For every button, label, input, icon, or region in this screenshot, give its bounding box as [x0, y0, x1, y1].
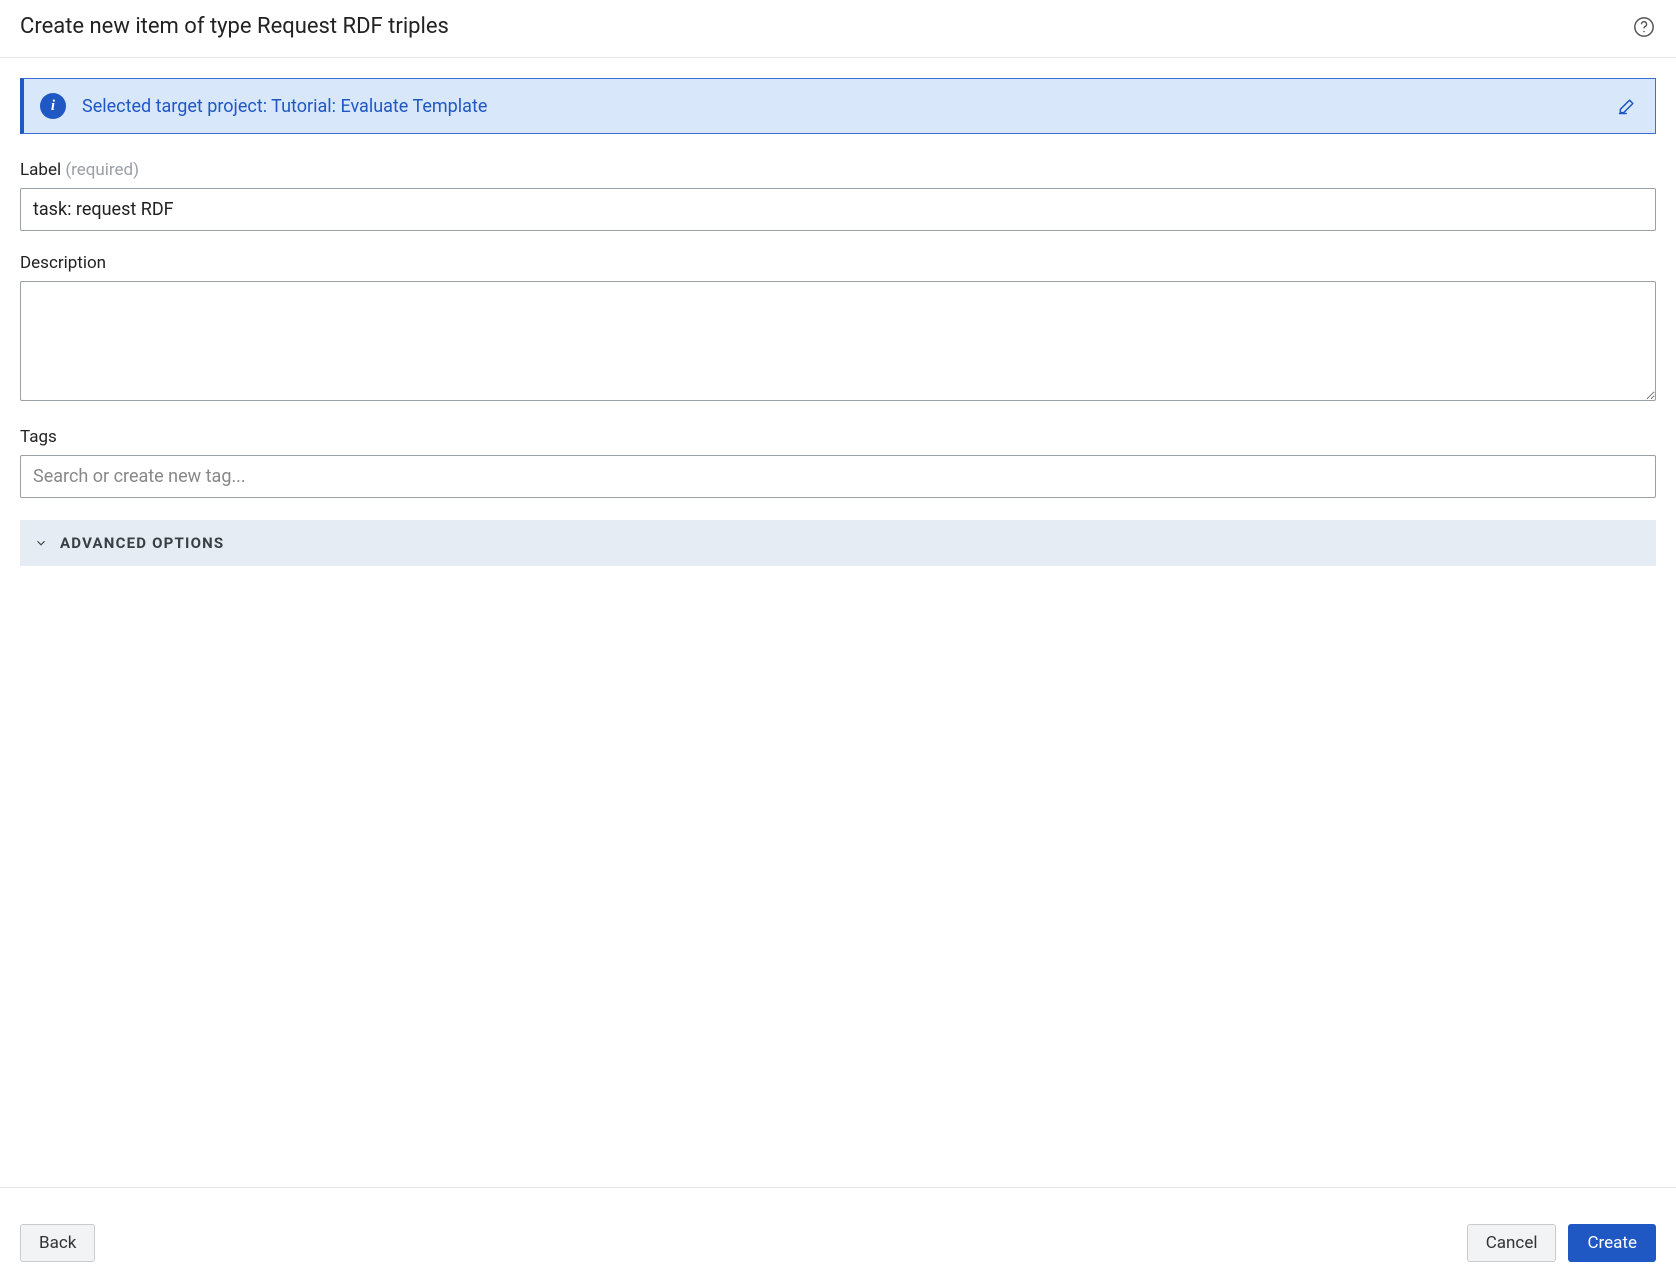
- edit-target-project-button[interactable]: [1615, 94, 1639, 118]
- page-header: Create new item of type Request RDF trip…: [0, 0, 1676, 58]
- advanced-options-toggle[interactable]: Advanced Options: [20, 520, 1656, 566]
- create-button[interactable]: Create: [1568, 1224, 1656, 1262]
- description-label: Description: [20, 253, 1656, 273]
- back-button[interactable]: Back: [20, 1224, 95, 1262]
- label-text: Label: [20, 160, 61, 180]
- target-project-banner: i Selected target project: Tutorial: Eva…: [20, 78, 1656, 134]
- label-input[interactable]: [20, 188, 1656, 231]
- label-required-hint: (required): [65, 160, 139, 180]
- description-input[interactable]: [20, 281, 1656, 401]
- tags-label: Tags: [20, 427, 1656, 447]
- label-field-group: Label (required): [20, 160, 1656, 231]
- help-icon[interactable]: [1632, 15, 1656, 39]
- footer: Back Cancel Create: [0, 1187, 1676, 1282]
- chevron-down-icon: [34, 536, 48, 550]
- info-icon: i: [40, 93, 66, 119]
- label-field-label: Label (required): [20, 160, 1656, 180]
- cancel-button[interactable]: Cancel: [1467, 1224, 1557, 1262]
- advanced-options-label: Advanced Options: [60, 534, 224, 552]
- tags-input[interactable]: [20, 455, 1656, 498]
- target-project-text: Selected target project: Tutorial: Evalu…: [82, 96, 1615, 117]
- description-field-group: Description: [20, 253, 1656, 405]
- tags-field-group: Tags: [20, 427, 1656, 498]
- page-title: Create new item of type Request RDF trip…: [20, 14, 449, 39]
